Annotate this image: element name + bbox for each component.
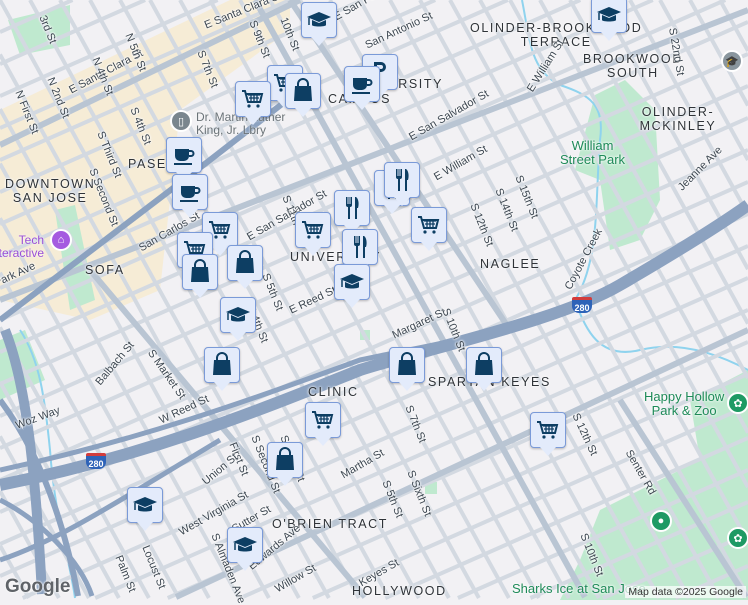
graduation-cap-icon xyxy=(595,1,623,29)
bag-icon xyxy=(289,77,317,105)
map-marker-cart[interactable] xyxy=(235,81,271,117)
map-marker-coffee[interactable] xyxy=(172,174,208,210)
graduation-cap-icon xyxy=(338,268,366,296)
map-marker-cart[interactable] xyxy=(305,402,341,438)
park-label-happy-hollow[interactable]: Happy HollowPark & Zoo xyxy=(644,390,724,418)
bag-icon xyxy=(208,351,236,379)
map-marker-fork-knife[interactable] xyxy=(334,190,370,226)
map-marker-graduation-cap[interactable] xyxy=(301,2,337,38)
map-marker-graduation-cap[interactable] xyxy=(127,487,163,523)
map-marker-cart[interactable] xyxy=(295,212,331,248)
area-olinder-mckinley: OLINDER-MCKINLEY xyxy=(608,105,748,133)
map-attribution[interactable]: Map data ©2025 Google xyxy=(625,586,746,598)
area-downtown: DOWNTOWNSAN JOSE xyxy=(5,177,95,205)
library-icon[interactable]: ▯ xyxy=(170,110,192,132)
map-marker-bag[interactable] xyxy=(466,347,502,383)
cart-icon xyxy=(239,85,267,113)
area-clinic: CLINIC xyxy=(308,385,359,399)
graduation-cap-icon xyxy=(231,531,259,559)
coffee-icon xyxy=(170,141,198,169)
map-marker-cart[interactable] xyxy=(411,207,447,243)
map-marker-coffee[interactable] xyxy=(344,66,380,102)
coffee-icon xyxy=(348,70,376,98)
map-marker-fork-knife[interactable] xyxy=(384,162,420,198)
highway-280-shield: 280 xyxy=(572,297,592,313)
fork-knife-icon xyxy=(388,166,416,194)
museum-icon[interactable]: ⌂ xyxy=(50,229,72,251)
school-pin-icon[interactable]: 🎓 xyxy=(721,50,743,72)
poi-tech-interactive[interactable]: Tech Interactive xyxy=(0,234,44,260)
map-marker-graduation-cap[interactable] xyxy=(334,264,370,300)
bag-icon xyxy=(271,446,299,474)
zoo-pin-icon[interactable]: ✿ xyxy=(727,392,748,414)
graduation-cap-icon xyxy=(224,301,252,329)
map-marker-bag[interactable] xyxy=(285,73,321,109)
map-marker-graduation-cap[interactable] xyxy=(227,527,263,563)
map-marker-bag[interactable] xyxy=(267,442,303,478)
cart-icon xyxy=(415,211,443,239)
map-marker-bag[interactable] xyxy=(389,347,425,383)
cart-icon xyxy=(309,406,337,434)
fork-knife-icon xyxy=(346,233,374,261)
graduation-cap-icon xyxy=(131,491,159,519)
map-marker-cart[interactable] xyxy=(530,412,566,448)
zoo-pin-icon[interactable]: ✿ xyxy=(727,527,748,549)
map-marker-fork-knife[interactable] xyxy=(342,229,378,265)
map-marker-bag[interactable] xyxy=(227,245,263,281)
highway-280-shield: 280 xyxy=(86,453,106,469)
fork-knife-icon xyxy=(338,194,366,222)
map-marker-graduation-cap[interactable] xyxy=(591,0,627,33)
cart-icon xyxy=(534,416,562,444)
map-marker-bag[interactable] xyxy=(204,347,240,383)
graduation-cap-icon xyxy=(305,6,333,34)
google-logo: Google xyxy=(5,576,70,598)
area-sofa: SOFA xyxy=(85,263,125,277)
coffee-icon xyxy=(176,178,204,206)
bag-icon xyxy=(186,258,214,286)
map-marker-bag[interactable] xyxy=(182,254,218,290)
bag-icon xyxy=(470,351,498,379)
cart-icon xyxy=(299,216,327,244)
area-naglee: NAGLEE xyxy=(480,257,540,271)
park-label-william[interactable]: WilliamStreet Park xyxy=(560,139,625,167)
bag-icon xyxy=(393,351,421,379)
area-brookwood-south: BROOKWOODSOUTH xyxy=(583,52,683,80)
park-pin-icon[interactable]: ● xyxy=(650,510,672,532)
map-marker-graduation-cap[interactable] xyxy=(220,297,256,333)
bag-icon xyxy=(231,249,259,277)
map-marker-coffee[interactable] xyxy=(166,137,202,173)
